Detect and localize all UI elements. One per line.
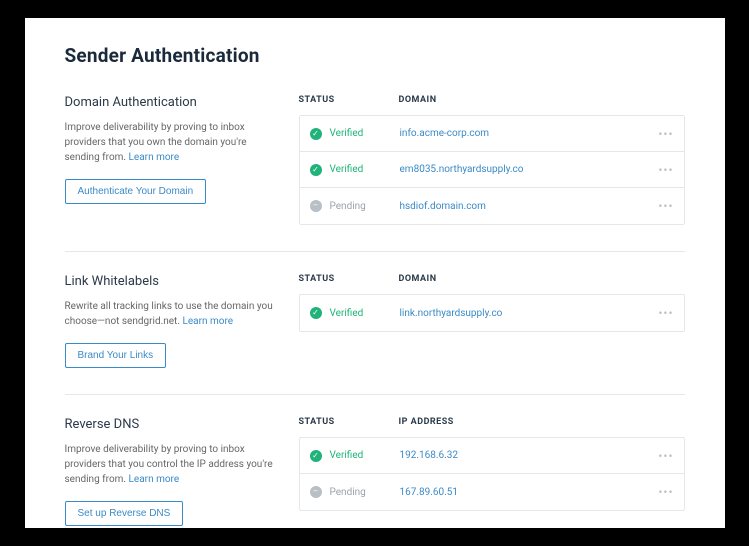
page-card: Sender Authentication Domain Authenticat…	[25, 18, 725, 528]
learn-more-link[interactable]: Learn more	[129, 152, 180, 163]
status-cell: – Pending	[310, 200, 400, 212]
table-header: STATUS IP ADDRESS	[299, 417, 685, 437]
col-status-header: STATUS	[299, 274, 399, 284]
col-actions-header	[655, 274, 685, 284]
domain-link[interactable]: link.northyardsupply.co	[400, 308, 652, 319]
check-icon: ✓	[310, 450, 322, 462]
row-actions-icon[interactable]: •••	[652, 449, 674, 463]
table-body: ✓ Verified info.acme-corp.com ••• ✓ Veri…	[299, 115, 685, 225]
minus-icon: –	[310, 200, 322, 212]
learn-more-link[interactable]: Learn more	[182, 316, 233, 327]
table-row[interactable]: – Pending hsdiof.domain.com •••	[300, 188, 684, 224]
section-reverse-dns-title: Reverse DNS	[65, 417, 275, 432]
table-row[interactable]: ✓ Verified info.acme-corp.com •••	[300, 116, 684, 152]
status-text: Pending	[330, 201, 366, 212]
col-status-header: STATUS	[299, 95, 399, 105]
table-row[interactable]: ✓ Verified 192.168.6.32 •••	[300, 438, 684, 474]
section-reverse-dns-sidebar: Reverse DNS Improve deliverability by pr…	[65, 417, 275, 526]
table-row[interactable]: ✓ Verified em8035.northyardsupply.co •••	[300, 152, 684, 188]
status-cell: ✓ Verified	[310, 128, 400, 140]
row-actions-icon[interactable]: •••	[652, 485, 674, 499]
section-link-whitelabels-desc: Rewrite all tracking links to use the do…	[65, 299, 275, 329]
section-link-whitelabels-sidebar: Link Whitelabels Rewrite all tracking li…	[65, 274, 275, 368]
section-reverse-dns-table: STATUS IP ADDRESS ✓ Verified 192.168.6.3…	[299, 417, 685, 526]
col-actions-header	[655, 417, 685, 427]
status-cell: ✓ Verified	[310, 450, 400, 462]
section-domain-auth-sidebar: Domain Authentication Improve deliverabi…	[65, 95, 275, 225]
col-domain-header: DOMAIN	[399, 95, 655, 105]
check-icon: ✓	[310, 128, 322, 140]
setup-reverse-dns-button[interactable]: Set up Reverse DNS	[65, 501, 184, 526]
section-domain-auth-table: STATUS DOMAIN ✓ Verified info.acme-corp.…	[299, 95, 685, 225]
table-row[interactable]: ✓ Verified link.northyardsupply.co •••	[300, 295, 684, 331]
section-link-whitelabels: Link Whitelabels Rewrite all tracking li…	[65, 274, 685, 395]
col-status-header: STATUS	[299, 417, 399, 427]
row-actions-icon[interactable]: •••	[652, 127, 674, 141]
check-icon: ✓	[310, 307, 322, 319]
domain-link[interactable]: info.acme-corp.com	[400, 128, 652, 139]
section-link-whitelabels-desc-text: Rewrite all tracking links to use the do…	[65, 301, 273, 327]
status-cell: ✓ Verified	[310, 307, 400, 319]
section-link-whitelabels-title: Link Whitelabels	[65, 274, 275, 289]
col-domain-header: DOMAIN	[399, 274, 655, 284]
row-actions-icon[interactable]: •••	[652, 306, 674, 320]
section-link-whitelabels-table: STATUS DOMAIN ✓ Verified link.northyards…	[299, 274, 685, 368]
section-domain-auth-desc: Improve deliverability by proving to inb…	[65, 120, 275, 165]
col-ip-header: IP ADDRESS	[399, 417, 655, 427]
ip-link[interactable]: 192.168.6.32	[400, 450, 652, 461]
check-icon: ✓	[310, 164, 322, 176]
status-cell: ✓ Verified	[310, 164, 400, 176]
domain-link[interactable]: hsdiof.domain.com	[400, 201, 652, 212]
authenticate-domain-button[interactable]: Authenticate Your Domain	[65, 179, 207, 204]
table-header: STATUS DOMAIN	[299, 274, 685, 294]
status-text: Verified	[330, 128, 364, 139]
page-title: Sender Authentication	[65, 44, 685, 67]
col-actions-header	[655, 95, 685, 105]
section-domain-auth-title: Domain Authentication	[65, 95, 275, 110]
section-domain-auth: Domain Authentication Improve deliverabi…	[65, 95, 685, 252]
brand-links-button[interactable]: Brand Your Links	[65, 343, 167, 368]
learn-more-link[interactable]: Learn more	[129, 474, 180, 485]
table-row[interactable]: – Pending 167.89.60.51 •••	[300, 474, 684, 510]
table-body: ✓ Verified link.northyardsupply.co •••	[299, 294, 685, 332]
section-reverse-dns: Reverse DNS Improve deliverability by pr…	[65, 417, 685, 526]
ip-link[interactable]: 167.89.60.51	[400, 487, 652, 498]
status-text: Verified	[330, 450, 364, 461]
status-text: Pending	[330, 487, 366, 498]
row-actions-icon[interactable]: •••	[652, 199, 674, 213]
table-body: ✓ Verified 192.168.6.32 ••• – Pending 16…	[299, 437, 685, 511]
minus-icon: –	[310, 486, 322, 498]
domain-link[interactable]: em8035.northyardsupply.co	[400, 164, 652, 175]
status-cell: – Pending	[310, 486, 400, 498]
status-text: Verified	[330, 164, 364, 175]
row-actions-icon[interactable]: •••	[652, 163, 674, 177]
table-header: STATUS DOMAIN	[299, 95, 685, 115]
section-reverse-dns-desc: Improve deliverability by proving to inb…	[65, 442, 275, 487]
status-text: Verified	[330, 308, 364, 319]
